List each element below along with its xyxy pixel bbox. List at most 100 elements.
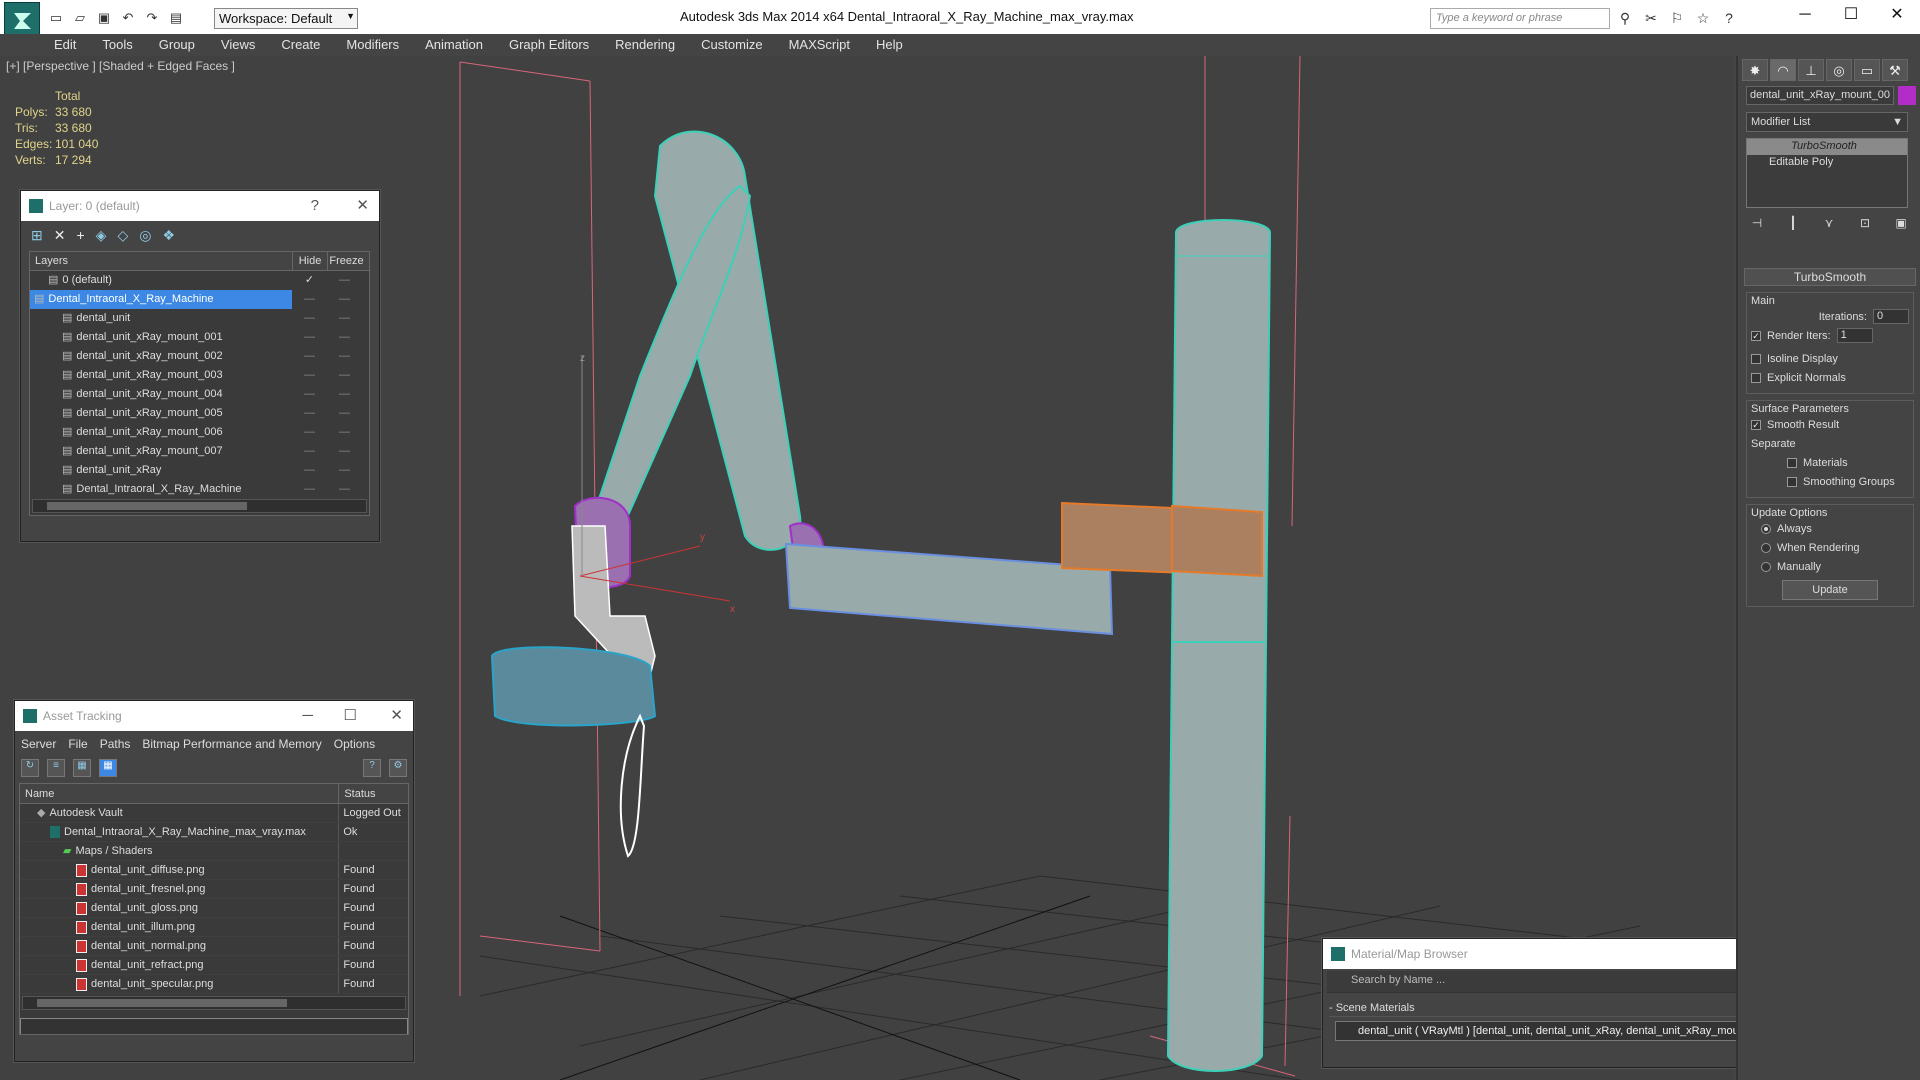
- asset-horizontal-scrollbar[interactable]: [22, 996, 406, 1010]
- menu-item-maxscript[interactable]: MAXScript: [789, 34, 850, 56]
- layer-row[interactable]: ▤ 0 (default) ✓ —: [30, 271, 369, 290]
- redo-icon[interactable]: ↷: [142, 9, 162, 27]
- freeze-toggle[interactable]: —: [327, 423, 362, 442]
- hide-all-icon[interactable]: ◎: [139, 227, 151, 245]
- asset-menu-options[interactable]: Options: [334, 737, 375, 751]
- maximize-button[interactable]: ☐: [1828, 0, 1874, 30]
- object-name-field[interactable]: dental_unit_xRay_mount_00: [1746, 86, 1894, 105]
- rollout-header[interactable]: TurboSmooth: [1744, 268, 1916, 286]
- freeze-toggle[interactable]: —: [327, 328, 362, 347]
- freeze-toggle[interactable]: —: [327, 347, 362, 366]
- project-folder-icon[interactable]: ▤: [166, 9, 186, 27]
- help-button[interactable]: ?: [311, 191, 319, 221]
- materials-checkbox[interactable]: [1787, 457, 1797, 468]
- menu-item-tools[interactable]: Tools: [102, 34, 132, 56]
- asset-row[interactable]: Dental_Intraoral_X_Ray_Machine_max_vray.…: [20, 823, 408, 842]
- menu-item-rendering[interactable]: Rendering: [615, 34, 675, 56]
- hide-toggle[interactable]: —: [292, 290, 327, 309]
- undo-icon[interactable]: ↶: [118, 9, 138, 27]
- show-end-result-icon[interactable]: ┃: [1782, 216, 1804, 236]
- freeze-toggle[interactable]: —: [327, 442, 362, 461]
- asset-row[interactable]: dental_unit_specular.png Found: [20, 975, 408, 994]
- viewport-label[interactable]: [+] [Perspective ] [Shaded + Edged Faces…: [6, 59, 235, 73]
- workspace-dropdown[interactable]: Workspace: Default ▼: [214, 8, 358, 29]
- menu-item-edit[interactable]: Edit: [54, 34, 76, 56]
- iterations-spinner[interactable]: 0: [1873, 309, 1909, 324]
- hide-toggle[interactable]: —: [292, 423, 327, 442]
- close-button[interactable]: ✕: [390, 701, 403, 731]
- isoline-checkbox[interactable]: [1751, 353, 1761, 364]
- layer-row[interactable]: ▤ dental_unit_xRay_mount_005— —: [30, 404, 369, 423]
- modifier-list-dropdown[interactable]: Modifier List ▼: [1746, 112, 1908, 132]
- freeze-toggle[interactable]: —: [327, 404, 362, 423]
- manually-radio[interactable]: [1761, 561, 1771, 572]
- menu-item-group[interactable]: Group: [159, 34, 195, 56]
- wall-column-model[interactable]: [1166, 219, 1272, 1072]
- hierarchy-tab-icon[interactable]: ⊥: [1798, 59, 1824, 81]
- create-tab-icon[interactable]: ✸: [1742, 59, 1768, 81]
- hide-toggle[interactable]: ✓: [292, 271, 327, 290]
- menu-item-graph-editors[interactable]: Graph Editors: [509, 34, 589, 56]
- asset-row[interactable]: dental_unit_normal.png Found: [20, 937, 408, 956]
- freeze-toggle[interactable]: —: [327, 480, 362, 499]
- layer-row[interactable]: ▤ Dental_Intraoral_X_Ray_Machine — —: [30, 290, 369, 309]
- help-icon[interactable]: ?: [1719, 10, 1739, 28]
- asset-row[interactable]: dental_unit_gloss.png Found: [20, 899, 408, 918]
- hide-toggle[interactable]: —: [292, 328, 327, 347]
- freeze-toggle[interactable]: —: [327, 385, 362, 404]
- star-icon[interactable]: ☆: [1693, 10, 1713, 28]
- search-input[interactable]: Type a keyword or phrase: [1430, 8, 1610, 29]
- layer-row[interactable]: ▤ dental_unit_xRay_mount_006— —: [30, 423, 369, 442]
- help-icon[interactable]: ?: [363, 759, 381, 777]
- status-column-header[interactable]: Status: [338, 784, 408, 803]
- asset-menu-server[interactable]: Server: [21, 737, 56, 751]
- layers-column-header[interactable]: Layers: [30, 252, 292, 270]
- tools-icon[interactable]: ✂: [1641, 10, 1661, 28]
- menu-item-create[interactable]: Create: [281, 34, 320, 56]
- delete-layer-icon[interactable]: ✕: [54, 227, 66, 245]
- asset-window-titlebar[interactable]: Asset Tracking ─ ☐ ✕: [15, 701, 413, 731]
- explicit-normals-checkbox[interactable]: [1751, 372, 1761, 383]
- utilities-tab-icon[interactable]: ⚒: [1882, 59, 1908, 81]
- asset-row[interactable]: dental_unit_illum.png Found: [20, 918, 408, 937]
- minimize-button[interactable]: ─: [302, 701, 313, 731]
- render-iters-checkbox[interactable]: ✓: [1751, 330, 1761, 341]
- close-button[interactable]: ✕: [1874, 0, 1920, 30]
- layer-row[interactable]: ▤ dental_unit_xRay_mount_003— —: [30, 366, 369, 385]
- layer-row[interactable]: ▤ dental_unit_xRay_mount_007— —: [30, 442, 369, 461]
- asset-row[interactable]: dental_unit_refract.png Found: [20, 956, 408, 975]
- make-unique-icon[interactable]: ⋎: [1818, 216, 1840, 236]
- hide-toggle[interactable]: —: [292, 385, 327, 404]
- asset-row[interactable]: ▰ Maps / Shaders: [20, 842, 408, 861]
- stack-item-editable-poly[interactable]: Editable Poly: [1747, 155, 1907, 171]
- select-objects-icon[interactable]: ◈: [96, 227, 107, 245]
- refresh-icon[interactable]: ↻: [21, 759, 39, 777]
- remove-modifier-icon[interactable]: ⊡: [1854, 216, 1876, 236]
- settings-icon[interactable]: ⚙: [389, 759, 407, 777]
- minimize-button[interactable]: ─: [1782, 0, 1828, 30]
- hide-column-header[interactable]: Hide: [292, 252, 327, 270]
- layer-window-titlebar[interactable]: Layer: 0 (default) ? ✕: [21, 191, 379, 221]
- highlight-layer-icon[interactable]: ◇: [117, 227, 128, 245]
- layer-horizontal-scrollbar[interactable]: [32, 499, 367, 513]
- menu-item-animation[interactable]: Animation: [425, 34, 483, 56]
- menu-item-modifiers[interactable]: Modifiers: [346, 34, 399, 56]
- motion-tab-icon[interactable]: ◎: [1826, 59, 1852, 81]
- smooth-result-checkbox[interactable]: ✓: [1751, 419, 1761, 430]
- layer-row[interactable]: ▤ dental_unit — —: [30, 309, 369, 328]
- asset-row[interactable]: dental_unit_diffuse.png Found: [20, 861, 408, 880]
- add-to-layer-icon[interactable]: +: [76, 227, 84, 245]
- save-file-icon[interactable]: ▣: [94, 9, 114, 27]
- table-view-icon[interactable]: ▦: [99, 759, 117, 777]
- layer-row[interactable]: ▤ dental_unit_xRay_mount_001— —: [30, 328, 369, 347]
- menu-item-help[interactable]: Help: [876, 34, 903, 56]
- asset-row[interactable]: ◆ Autodesk Vault Logged Out: [20, 804, 408, 823]
- freeze-toggle[interactable]: —: [327, 290, 362, 309]
- menu-item-customize[interactable]: Customize: [701, 34, 762, 56]
- asset-row[interactable]: dental_unit_fresnel.png Found: [20, 880, 408, 899]
- freeze-column-header[interactable]: Freeze: [327, 252, 365, 270]
- object-color-swatch[interactable]: [1898, 86, 1916, 105]
- open-file-icon[interactable]: ▱: [70, 9, 90, 27]
- freeze-toggle[interactable]: —: [327, 309, 362, 328]
- maximize-button[interactable]: ☐: [344, 701, 357, 731]
